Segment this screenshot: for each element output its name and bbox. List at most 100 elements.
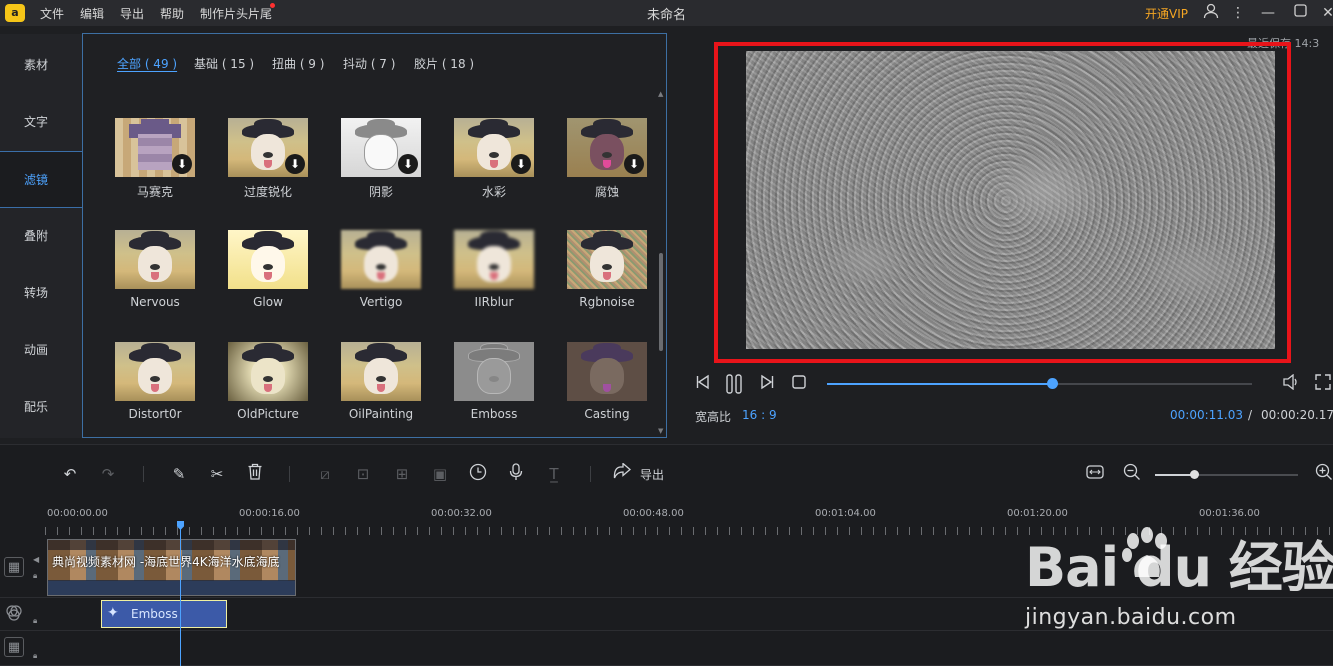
stop-icon[interactable] — [789, 374, 809, 393]
zoom-in-icon[interactable] — [1313, 463, 1333, 485]
filter-item-mosaic[interactable]: ⬇ 马赛克 — [114, 118, 196, 210]
zoom-slider[interactable] — [1155, 470, 1298, 479]
undo-icon[interactable]: ↶ — [59, 463, 81, 485]
filter-thumbnail — [341, 230, 421, 289]
lock-icon[interactable]: 🔒︎ — [33, 616, 37, 626]
filter-item-emboss[interactable]: Emboss — [453, 342, 535, 434]
scrollbar[interactable] — [659, 253, 663, 351]
minimize-icon[interactable]: — — [1258, 3, 1278, 23]
filter-label: OldPicture — [237, 407, 299, 421]
filter-item-distort0r[interactable]: Distort0r — [114, 342, 196, 434]
filter-label: 腐蚀 — [594, 185, 619, 199]
filter-label: 水彩 — [481, 185, 506, 199]
filter-panel: 全部 ( 49 ) 基础 ( 15 ) 扭曲 ( 9 ) 抖动 ( 7 ) 胶片… — [82, 33, 667, 438]
text-to-speech-icon[interactable]: T̲ — [543, 463, 565, 485]
aspect-ratio-value[interactable]: 16 : 9 — [742, 408, 777, 422]
nav-item-filters[interactable]: 滤镜 — [0, 151, 82, 208]
filter-item-watercolor[interactable]: ⬇ 水彩 — [453, 118, 535, 210]
lock-icon[interactable]: 🔒︎ — [33, 651, 37, 661]
toolbar-divider — [289, 466, 290, 482]
more-icon[interactable]: ⋮ — [1228, 3, 1248, 23]
filter-item-oilpainting[interactable]: OilPainting — [340, 342, 422, 434]
filter-item-glow[interactable]: Glow — [227, 230, 309, 322]
filter-thumbnail — [454, 342, 534, 401]
nav-item-media[interactable]: 素材 — [0, 37, 82, 94]
download-icon[interactable]: ⬇ — [285, 154, 305, 174]
filter-item-shadow[interactable]: ⬇ 阴影 — [340, 118, 422, 210]
prev-frame-icon[interactable] — [693, 374, 713, 394]
vip-button[interactable]: 开通VIP — [1145, 5, 1188, 22]
redo-icon[interactable]: ↷ — [97, 463, 119, 485]
scroll-down-icon[interactable]: ▼ — [658, 427, 663, 435]
export-share-icon[interactable] — [611, 462, 633, 485]
highlight-frame — [714, 42, 1291, 363]
filter-item-rgbnoise[interactable]: Rgbnoise — [566, 230, 648, 322]
mosaic-icon[interactable]: ⊞ — [391, 463, 413, 485]
volume-icon[interactable] — [1281, 373, 1301, 394]
menu-make-intro-outro[interactable]: 制作片头片尾 — [200, 5, 272, 22]
freeze-frame-icon[interactable]: ▣ — [429, 463, 451, 485]
nav-item-transitions[interactable]: 转场 — [0, 265, 82, 322]
maximize-icon[interactable] — [1290, 3, 1310, 23]
microphone-icon[interactable] — [505, 463, 527, 485]
menu-edit[interactable]: 编辑 — [80, 5, 104, 22]
current-time: 00:00:11.03 — [1170, 408, 1243, 422]
menu-export[interactable]: 导出 — [120, 5, 144, 22]
scroll-up-icon[interactable]: ▲ — [658, 90, 663, 98]
cut-scissors-icon[interactable]: ✂ — [206, 463, 228, 485]
tab-shake[interactable]: 抖动 ( 7 ) — [343, 55, 395, 72]
download-icon[interactable]: ⬇ — [398, 154, 418, 174]
tab-all[interactable]: 全部 ( 49 ) — [117, 55, 177, 72]
filter-item-vertigo[interactable]: Vertigo — [340, 230, 422, 322]
export-button[interactable]: 导出 — [640, 466, 664, 483]
download-icon[interactable]: ⬇ — [511, 154, 531, 174]
playback-progress-bar[interactable] — [827, 378, 1252, 389]
filter-item-casting[interactable]: Casting — [566, 342, 648, 434]
playhead-line — [180, 521, 181, 666]
user-icon[interactable] — [1201, 3, 1221, 23]
fullscreen-icon[interactable] — [1313, 374, 1333, 394]
mute-icon[interactable]: ◀ — [33, 555, 39, 564]
time-ruler[interactable]: 00:00:00.00 00:00:16.00 00:00:32.00 00:0… — [45, 505, 1333, 535]
nav-item-music[interactable]: 配乐 — [0, 379, 82, 436]
fit-timeline-icon[interactable] — [1084, 463, 1106, 485]
pause-icon[interactable] — [724, 374, 744, 398]
nav-item-overlays[interactable]: 叠附 — [0, 208, 82, 265]
filter-thumbnail — [115, 230, 195, 289]
filter-thumbnail — [115, 342, 195, 401]
ruler-ticks — [45, 527, 1333, 535]
next-frame-icon[interactable] — [757, 374, 777, 394]
lock-icon[interactable]: 🔒︎ — [33, 571, 37, 581]
filter-item-corrode[interactable]: ⬇ 腐蚀 — [566, 118, 648, 210]
filter-item-nervous[interactable]: Nervous — [114, 230, 196, 322]
speed-clock-icon[interactable] — [467, 463, 489, 485]
download-icon[interactable]: ⬇ — [624, 154, 644, 174]
menu-file[interactable]: 文件 — [40, 5, 64, 22]
delete-trash-icon[interactable] — [244, 463, 266, 485]
nav-item-animations[interactable]: 动画 — [0, 322, 82, 379]
tab-film[interactable]: 胶片 ( 18 ) — [414, 55, 474, 72]
zoom-slider-handle[interactable] — [1189, 470, 1199, 479]
filter-item-iirblur[interactable]: IIRblur — [453, 230, 535, 322]
ruler-label: 00:01:36.00 — [1199, 508, 1260, 519]
close-icon[interactable]: ✕ — [1318, 3, 1333, 23]
download-icon[interactable]: ⬇ — [172, 154, 192, 174]
filter-item-oversharpen[interactable]: ⬇ 过度锐化 — [227, 118, 309, 210]
zoom-out-icon[interactable] — [1121, 463, 1143, 485]
tab-distort[interactable]: 扭曲 ( 9 ) — [272, 55, 324, 72]
nav-item-text[interactable]: 文字 — [0, 94, 82, 151]
menu-help[interactable]: 帮助 — [160, 5, 184, 22]
filter-label: OilPainting — [348, 407, 414, 421]
filter-clip[interactable]: ✦ Emboss — [101, 600, 227, 628]
edit-pencil-icon[interactable]: ✎ — [168, 463, 190, 485]
video-clip[interactable]: 典尚视频素材网 -海底世界4K海洋水底海底 — [47, 539, 296, 596]
tab-basic[interactable]: 基础 ( 15 ) — [194, 55, 254, 72]
filter-thumbnail: ⬇ — [115, 118, 195, 177]
ruler-label: 00:01:20.00 — [1007, 508, 1068, 519]
filter-label: Casting — [584, 407, 630, 421]
crop-icon[interactable]: ⧄ — [314, 463, 336, 485]
resize-icon[interactable]: ⊡ — [352, 463, 374, 485]
ruler-label: 00:00:32.00 — [431, 508, 492, 519]
magic-wand-icon: ✦ — [107, 605, 119, 621]
filter-item-oldpicture[interactable]: OldPicture — [227, 342, 309, 434]
